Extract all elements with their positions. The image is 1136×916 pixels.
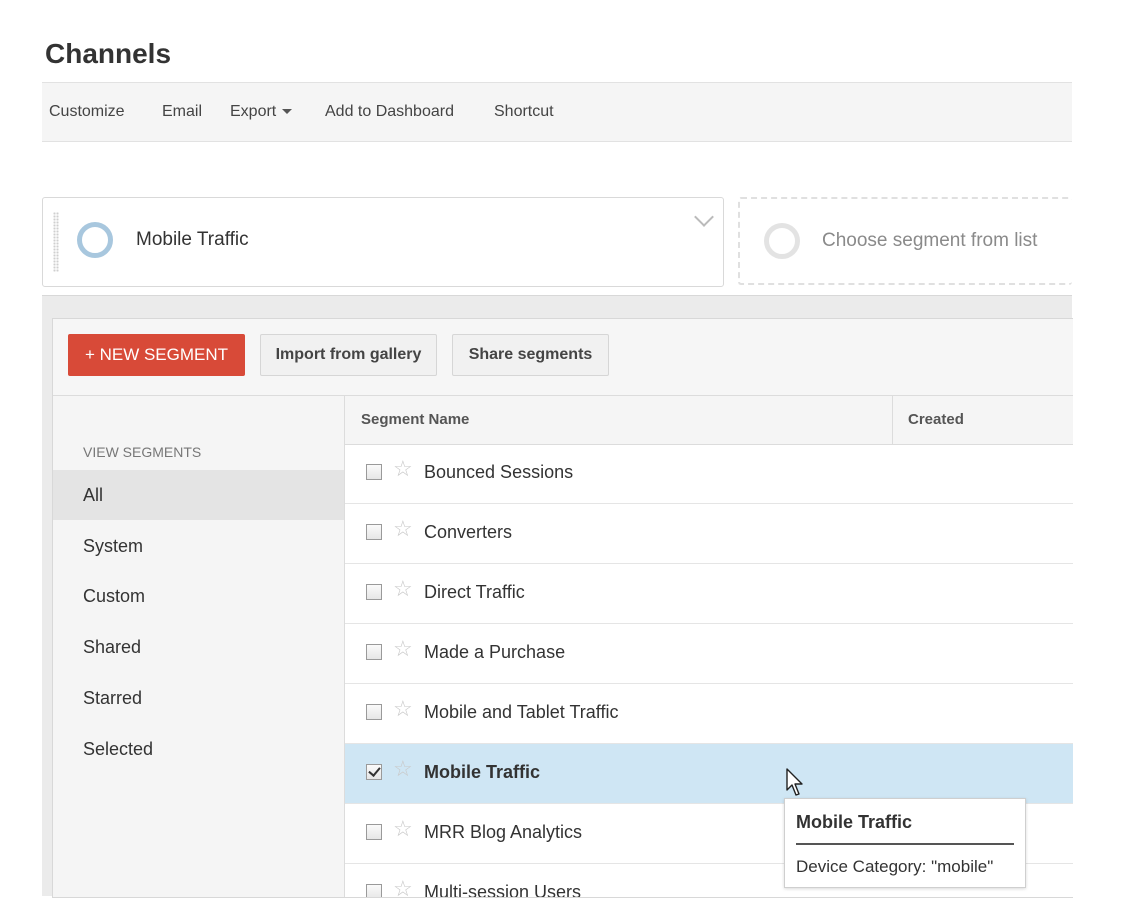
segment-ring-icon xyxy=(77,222,113,258)
tooltip-divider xyxy=(796,843,1014,845)
sidebar-item-all[interactable]: All xyxy=(53,470,344,520)
empty-segment-slot[interactable]: Choose segment from list xyxy=(738,197,1072,285)
active-segment-card[interactable]: Mobile Traffic xyxy=(42,197,724,287)
sidebar-item-starred[interactable]: Starred xyxy=(53,673,344,723)
checkbox-icon[interactable] xyxy=(366,464,382,480)
table-row[interactable]: ☆ Converters xyxy=(345,504,1073,564)
star-icon[interactable]: ☆ xyxy=(393,518,413,540)
export-menu[interactable]: Export xyxy=(230,103,293,121)
star-icon[interactable]: ☆ xyxy=(393,638,413,660)
customize-link[interactable]: Customize xyxy=(49,103,125,121)
checkbox-icon[interactable] xyxy=(366,884,382,897)
sidebar-item-custom[interactable]: Custom xyxy=(53,571,344,621)
chevron-down-icon[interactable] xyxy=(694,207,714,227)
segment-actions-bar: + NEW SEGMENT Import from gallery Share … xyxy=(53,319,1073,396)
sidebar-item-label: System xyxy=(83,536,144,556)
sidebar-item-system[interactable]: System xyxy=(53,521,344,571)
segment-name: Multi-session Users xyxy=(424,882,582,897)
segment-tooltip: Mobile Traffic Device Category: "mobile" xyxy=(784,798,1026,888)
table-header: Segment Name Created xyxy=(345,396,1073,445)
segment-name: Bounced Sessions xyxy=(424,462,574,482)
segment-ring-icon xyxy=(764,223,800,259)
export-label: Export xyxy=(230,103,277,120)
checkbox-icon[interactable] xyxy=(366,524,382,540)
add-to-dashboard-link[interactable]: Add to Dashboard xyxy=(325,103,454,121)
sidebar-item-label: Starred xyxy=(83,688,143,708)
sidebar-item-label: Shared xyxy=(83,637,142,657)
checkbox-checked-icon[interactable] xyxy=(366,764,382,780)
tooltip-title: Mobile Traffic xyxy=(796,812,913,832)
report-toolbar: Customize Email Export Add to Dashboard … xyxy=(42,82,1072,142)
segment-name: Mobile Traffic xyxy=(424,762,541,782)
segment-name: MRR Blog Analytics xyxy=(424,822,583,842)
empty-segment-label: Choose segment from list xyxy=(822,230,1038,251)
email-link[interactable]: Email xyxy=(162,103,202,121)
tooltip-definition: Device Category: "mobile" xyxy=(796,857,994,876)
checkmark-icon xyxy=(368,764,381,777)
table-row[interactable]: ☆ Bounced Sessions xyxy=(345,444,1073,504)
drag-handle[interactable] xyxy=(53,212,59,272)
checkbox-icon[interactable] xyxy=(366,704,382,720)
segment-name: Mobile and Tablet Traffic xyxy=(424,702,619,722)
sidebar-item-label: All xyxy=(83,485,104,505)
page-title: Channels xyxy=(45,38,172,69)
caret-down-icon xyxy=(282,109,293,115)
column-header-created[interactable]: Created xyxy=(908,411,964,428)
view-segments-sidebar: VIEW SEGMENTS All System Custom Shared S… xyxy=(53,396,345,897)
segment-name: Converters xyxy=(424,522,513,542)
sidebar-item-label: Selected xyxy=(83,739,154,759)
sidebar-item-label: Custom xyxy=(83,586,146,606)
star-icon[interactable]: ☆ xyxy=(393,578,413,600)
table-row-selected[interactable]: ☆ Mobile Traffic xyxy=(345,744,1073,804)
table-row[interactable]: ☆ Mobile and Tablet Traffic xyxy=(345,684,1073,744)
sidebar-item-selected[interactable]: Selected xyxy=(53,724,344,774)
import-from-gallery-button[interactable]: Import from gallery xyxy=(260,334,437,376)
new-segment-button[interactable]: + NEW SEGMENT xyxy=(68,334,245,376)
table-row[interactable]: ☆ Direct Traffic xyxy=(345,564,1073,624)
segment-name: Made a Purchase xyxy=(424,642,566,662)
mouse-cursor-icon xyxy=(786,768,803,796)
star-icon[interactable]: ☆ xyxy=(393,818,413,840)
view-segments-heading: VIEW SEGMENTS xyxy=(83,444,202,460)
table-row[interactable]: ☆ Made a Purchase xyxy=(345,624,1073,684)
column-divider xyxy=(892,396,893,444)
sidebar-item-shared[interactable]: Shared xyxy=(53,622,344,672)
active-segment-label: Mobile Traffic xyxy=(136,229,249,250)
checkbox-icon[interactable] xyxy=(366,584,382,600)
star-icon[interactable]: ☆ xyxy=(393,878,413,898)
column-header-segment-name[interactable]: Segment Name xyxy=(361,411,469,428)
star-icon[interactable]: ☆ xyxy=(393,698,413,720)
share-segments-button[interactable]: Share segments xyxy=(452,334,609,376)
shortcut-link[interactable]: Shortcut xyxy=(494,103,554,121)
segment-name: Direct Traffic xyxy=(424,582,525,602)
checkbox-icon[interactable] xyxy=(366,644,382,660)
checkbox-icon[interactable] xyxy=(366,824,382,840)
star-icon[interactable]: ☆ xyxy=(393,758,413,780)
star-icon[interactable]: ☆ xyxy=(393,458,413,480)
